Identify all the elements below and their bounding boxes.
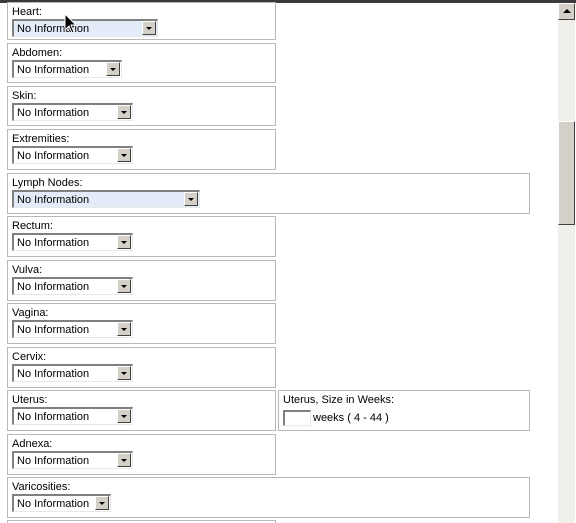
select-value: No Information: [17, 107, 90, 119]
scrollbar-thumb[interactable]: [558, 121, 575, 225]
field-uterus-size: Uterus, Size in Weeks: weeks ( 4 - 44 ): [278, 390, 530, 431]
vertical-scrollbar[interactable]: [558, 3, 575, 523]
mouse-pointer-icon: [64, 13, 78, 34]
field-extremities: Extremities: No Information: [7, 129, 276, 170]
uterus-select[interactable]: No Information: [12, 407, 133, 425]
skin-select[interactable]: No Information: [12, 103, 133, 121]
field-label: Extremities:: [12, 133, 70, 145]
varicosities-select[interactable]: No Information: [12, 494, 111, 512]
cervix-select[interactable]: No Information: [12, 364, 133, 382]
field-uterus: Uterus: No Information: [7, 390, 276, 431]
chevron-down-icon[interactable]: [106, 62, 120, 76]
lymph-nodes-select[interactable]: No Information: [12, 190, 200, 208]
select-value: No Information: [17, 237, 90, 249]
select-value: No Information: [17, 498, 90, 510]
chevron-down-icon[interactable]: [117, 279, 131, 293]
field-label: Vulva:: [12, 264, 43, 276]
rectum-select[interactable]: No Information: [12, 233, 133, 251]
field-label: Heart:: [12, 6, 42, 18]
extremities-select[interactable]: No Information: [12, 146, 133, 164]
chevron-down-icon[interactable]: [184, 192, 198, 206]
field-abdomen: Abdomen: No Information: [7, 43, 276, 83]
select-value: No Information: [17, 281, 90, 293]
select-value: No Information: [17, 64, 90, 76]
select-value: No Information: [17, 368, 90, 380]
field-label: Varicosities:: [12, 481, 71, 493]
field-label: Rectum:: [12, 220, 53, 232]
select-value: No Information: [17, 150, 90, 162]
uterus-size-weeks-input[interactable]: [283, 410, 311, 426]
field-label: Cervix:: [12, 351, 47, 363]
chevron-down-icon[interactable]: [117, 235, 131, 249]
field-label: Uterus:: [12, 394, 48, 406]
chevron-down-icon[interactable]: [117, 366, 131, 380]
select-value: No Information: [17, 194, 90, 206]
chevron-down-icon[interactable]: [117, 148, 131, 162]
field-label: Uterus, Size in Weeks:: [283, 394, 395, 406]
chevron-down-icon[interactable]: [117, 453, 131, 467]
chevron-down-icon[interactable]: [95, 496, 109, 510]
field-vagina: Vagina: No Information: [7, 303, 276, 344]
field-label: Adnexa:: [12, 438, 53, 450]
weeks-range-hint: weeks ( 4 - 44 ): [313, 412, 389, 424]
field-label: Abdomen:: [12, 47, 63, 59]
chevron-down-icon[interactable]: [117, 322, 131, 336]
vagina-select[interactable]: No Information: [12, 320, 133, 338]
field-skin: Skin: No Information: [7, 86, 276, 126]
vulva-select[interactable]: No Information: [12, 277, 133, 295]
select-value: No Information: [17, 23, 90, 35]
select-value: No Information: [17, 455, 90, 467]
field-label: Lymph Nodes:: [12, 177, 83, 189]
field-adnexa: Adnexa: No Information: [7, 434, 276, 475]
field-rectum: Rectum: No Information: [7, 216, 276, 257]
scroll-up-arrow-icon[interactable]: [558, 3, 575, 20]
field-lymph-nodes: Lymph Nodes: No Information: [7, 173, 530, 214]
field-vulva: Vulva: No Information: [7, 260, 276, 301]
adnexa-select[interactable]: No Information: [12, 451, 133, 469]
select-value: No Information: [17, 324, 90, 336]
field-cervix: Cervix: No Information: [7, 347, 276, 388]
select-value: No Information: [17, 411, 90, 423]
chevron-down-icon[interactable]: [117, 105, 131, 119]
field-heart: Heart: No Information: [7, 2, 276, 40]
chevron-down-icon[interactable]: [117, 409, 131, 423]
abdomen-select[interactable]: No Information: [12, 60, 122, 78]
field-varicosities: Varicosities: No Information: [7, 477, 530, 518]
chevron-down-icon[interactable]: [142, 21, 156, 35]
field-label: Skin:: [12, 90, 37, 102]
heart-select[interactable]: No Information: [12, 19, 158, 37]
field-label: Vagina:: [12, 307, 49, 319]
